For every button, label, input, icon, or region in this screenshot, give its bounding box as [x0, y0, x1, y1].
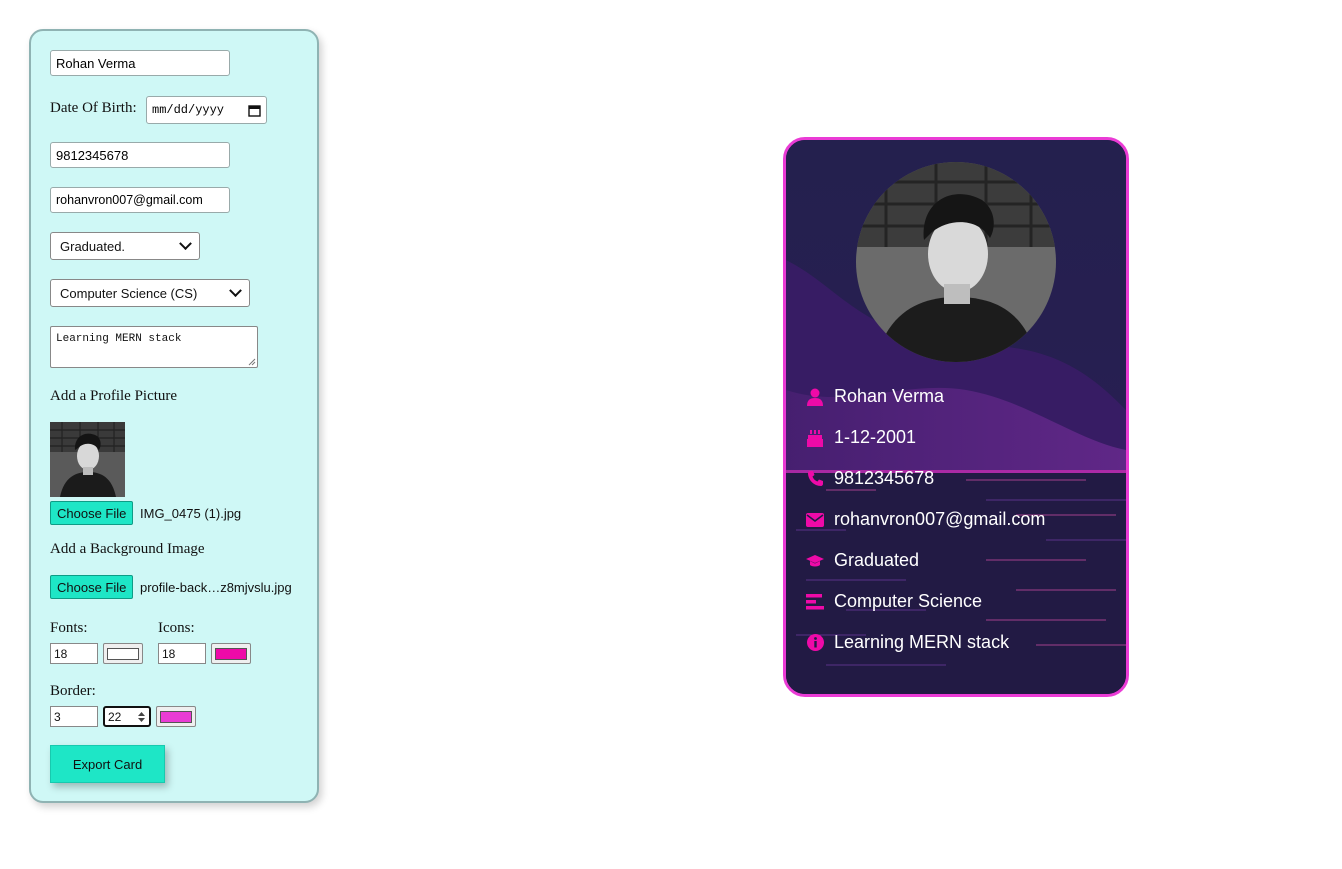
icon-color-picker[interactable]	[211, 643, 251, 664]
phone-icon	[806, 470, 824, 488]
card-row-phone: 9812345678	[806, 468, 934, 489]
border-width-value: 3	[54, 709, 61, 724]
education-selected-value: Graduated.	[60, 238, 126, 254]
name-input[interactable]: Rohan Verma	[50, 50, 230, 76]
font-color-picker[interactable]	[103, 643, 143, 664]
envelope-icon	[806, 511, 824, 529]
bio-textarea-value: Learning MERN stack	[56, 333, 182, 345]
chevron-down-icon	[179, 236, 192, 250]
border-label: Border:	[50, 683, 96, 699]
profile-avatar	[856, 162, 1056, 362]
profile-picture-preview	[50, 422, 125, 497]
background-file-name: profile-back…z8mjvslu.jpg	[140, 580, 292, 595]
branch-select[interactable]: Computer Science (CS)	[50, 279, 250, 307]
background-image-label: Add a Background Image	[50, 541, 205, 557]
dob-input[interactable]: mm/dd/yyyy	[146, 96, 267, 124]
font-color-swatch	[107, 647, 139, 660]
phone-input-value: 9812345678	[56, 147, 129, 163]
dob-label: Date Of Birth:	[50, 100, 137, 116]
font-size-input[interactable]: 18	[50, 643, 98, 664]
bars-icon	[806, 593, 824, 611]
bio-textarea[interactable]: Learning MERN stack	[50, 326, 258, 368]
border-color-swatch	[160, 710, 192, 723]
chevron-down-icon	[229, 283, 242, 297]
profile-choose-label: Choose File	[57, 505, 127, 521]
fonts-label: Fonts:	[50, 620, 88, 636]
export-card-label: Export Card	[72, 756, 143, 772]
card-row-name: Rohan Verma	[806, 386, 944, 407]
birthday-cake-icon	[806, 429, 824, 447]
user-icon	[806, 388, 824, 406]
phone-input[interactable]: 9812345678	[50, 142, 230, 168]
icon-color-swatch	[215, 647, 247, 660]
education-select[interactable]: Graduated.	[50, 232, 200, 260]
spinner-arrows-icon[interactable]	[137, 711, 146, 723]
icons-label: Icons:	[158, 620, 195, 636]
name-input-value: Rohan Verma	[56, 55, 136, 71]
profile-file-name: IMG_0475 (1).jpg	[140, 506, 242, 521]
border-color-picker[interactable]	[156, 706, 196, 727]
export-card-button[interactable]: Export Card	[50, 745, 165, 783]
card-name-value: Rohan Verma	[834, 386, 945, 406]
info-circle-icon	[806, 634, 824, 652]
profile-card: Rohan Verma 1-12-2001 9812345678 rohanvr…	[783, 137, 1129, 697]
card-row-branch: Computer Science	[806, 591, 982, 612]
border-radius-value: 22	[108, 709, 122, 724]
card-bio-value: Learning MERN stack	[834, 632, 1010, 652]
background-image-choose-button[interactable]: Choose File	[50, 575, 134, 599]
card-education-value: Graduated	[834, 550, 920, 570]
card-row-email: rohanvron007@gmail.com	[806, 509, 1045, 530]
card-dob-value: 1-12-2001	[834, 427, 917, 447]
border-width-input[interactable]: 3	[50, 706, 98, 727]
card-email-value: rohanvron007@gmail.com	[834, 509, 1046, 529]
card-row-education: Graduated	[806, 550, 919, 571]
card-phone-value: 9812345678	[834, 468, 935, 488]
card-row-dob: 1-12-2001	[806, 427, 916, 448]
profile-picture-choose-button[interactable]: Choose File	[50, 501, 134, 525]
calendar-icon[interactable]	[248, 104, 261, 117]
graduation-cap-icon	[806, 552, 824, 570]
icon-size-value: 18	[162, 646, 176, 661]
font-size-value: 18	[54, 646, 68, 661]
profile-picture-label: Add a Profile Picture	[50, 388, 178, 404]
resize-grip-icon[interactable]	[248, 358, 256, 366]
card-branch-value: Computer Science	[834, 591, 983, 611]
background-choose-label: Choose File	[57, 579, 127, 595]
branch-selected-value: Computer Science (CS)	[60, 285, 198, 301]
dob-placeholder: mm/dd/yyyy	[152, 103, 225, 117]
border-radius-input[interactable]: 22	[103, 706, 151, 727]
icon-size-input[interactable]: 18	[158, 643, 206, 664]
card-row-bio: Learning MERN stack	[806, 632, 1009, 653]
email-input[interactable]: rohanvron007@gmail.com	[50, 187, 230, 213]
email-input-value: rohanvron007@gmail.com	[56, 193, 203, 207]
